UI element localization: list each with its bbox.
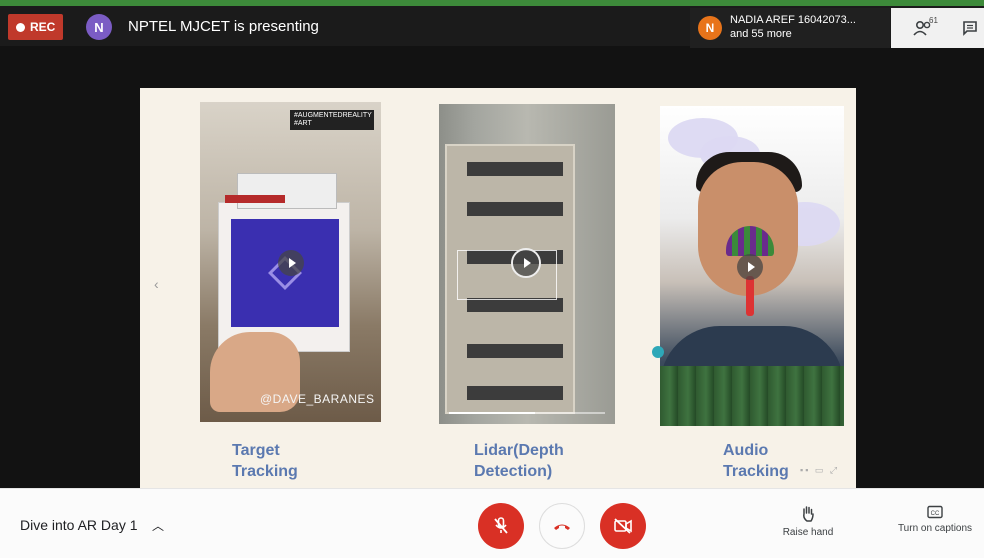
play-icon[interactable] xyxy=(513,250,539,276)
door-slat xyxy=(467,344,563,358)
caption-audio-tracking: Audio Tracking xyxy=(723,440,789,482)
meeting-stage: REC N NPTEL MJCET is presenting N NADIA … xyxy=(0,0,984,558)
participant-count: 61 xyxy=(929,16,938,25)
mic-toggle-button[interactable] xyxy=(478,503,524,549)
poster-image xyxy=(218,173,350,352)
recording-label: REC xyxy=(30,20,56,34)
chevron-up-icon[interactable]: ︿ xyxy=(152,517,164,534)
door-slat xyxy=(467,202,563,216)
teal-dot xyxy=(652,346,664,358)
video-progress-bar[interactable] xyxy=(449,412,605,414)
video-progress-fill xyxy=(449,412,535,414)
prev-slide-arrow[interactable]: ‹ xyxy=(154,276,159,292)
lidar-video[interactable] xyxy=(439,104,615,424)
audio-tracking-video[interactable] xyxy=(660,106,844,426)
hangup-icon xyxy=(554,524,570,530)
caption-line: Audio xyxy=(723,442,769,459)
meeting-title[interactable]: Dive into AR Day 1 xyxy=(20,517,138,533)
caption-line: Target xyxy=(232,442,280,459)
presenter-avatar: N xyxy=(86,14,112,40)
presenting-text: NPTEL MJCET is presenting xyxy=(128,18,319,35)
camera-toggle-button[interactable] xyxy=(600,503,646,549)
video-credit: @DAVE_BARANES xyxy=(260,392,375,406)
participant-more: and 55 more xyxy=(730,28,792,40)
camera-off-icon xyxy=(614,518,632,534)
participant-name: NADIA AREF 16042073... xyxy=(730,14,856,26)
poster-redbar xyxy=(225,195,285,203)
door-slat xyxy=(467,162,563,176)
hashtag-label: #AUGMENTEDREALITY #ART xyxy=(290,110,374,130)
raise-hand-button[interactable]: Raise hand xyxy=(773,505,843,538)
captions-label: Turn on captions xyxy=(897,523,973,534)
door-slat xyxy=(467,298,563,312)
raise-hand-icon xyxy=(803,506,814,522)
recording-badge: REC xyxy=(8,14,64,40)
target-tracking-video[interactable]: #AUGMENTEDREALITY #ART @DAVE_BARANES xyxy=(200,102,381,422)
presentation-slide: ‹ › #AUGMENTEDREALITY #ART @DAVE_BARANES xyxy=(140,88,856,488)
leave-call-button[interactable] xyxy=(539,503,585,549)
chat-icon xyxy=(962,21,977,36)
recording-dot-icon xyxy=(16,22,25,32)
caption-line: Tracking xyxy=(723,463,789,480)
people-button[interactable] xyxy=(891,8,955,48)
mic-off-icon xyxy=(494,517,508,534)
raise-hand-label: Raise hand xyxy=(782,527,834,538)
captions-icon: CC xyxy=(927,505,943,519)
svg-text:CC: CC xyxy=(931,511,940,517)
trees-image xyxy=(660,366,844,426)
top-bar: REC N NPTEL MJCET is presenting N NADIA … xyxy=(0,6,984,48)
participant-avatar: N xyxy=(698,16,722,40)
caption-target-tracking: Target Tracking xyxy=(232,440,298,482)
caption-lidar: Lidar(Depth Detection) xyxy=(474,440,564,482)
chat-button[interactable] xyxy=(955,8,984,48)
caption-line: Detection) xyxy=(474,463,553,480)
caption-line: Tracking xyxy=(232,463,298,480)
play-icon[interactable] xyxy=(278,250,304,276)
depth-scan-box xyxy=(457,250,557,300)
poster-header xyxy=(237,173,337,209)
figure-effect xyxy=(746,276,754,316)
caption-line: Lidar(Depth xyxy=(474,442,564,459)
door-slat xyxy=(467,386,563,400)
captions-button[interactable]: CC Turn on captions xyxy=(888,505,982,534)
video-controls-icon[interactable]: ▪▪ ▭ ⤢ xyxy=(800,465,839,476)
play-icon[interactable] xyxy=(737,254,763,280)
bottom-bar: Dive into AR Day 1 ︿ Raise hand CC Turn … xyxy=(0,488,984,558)
